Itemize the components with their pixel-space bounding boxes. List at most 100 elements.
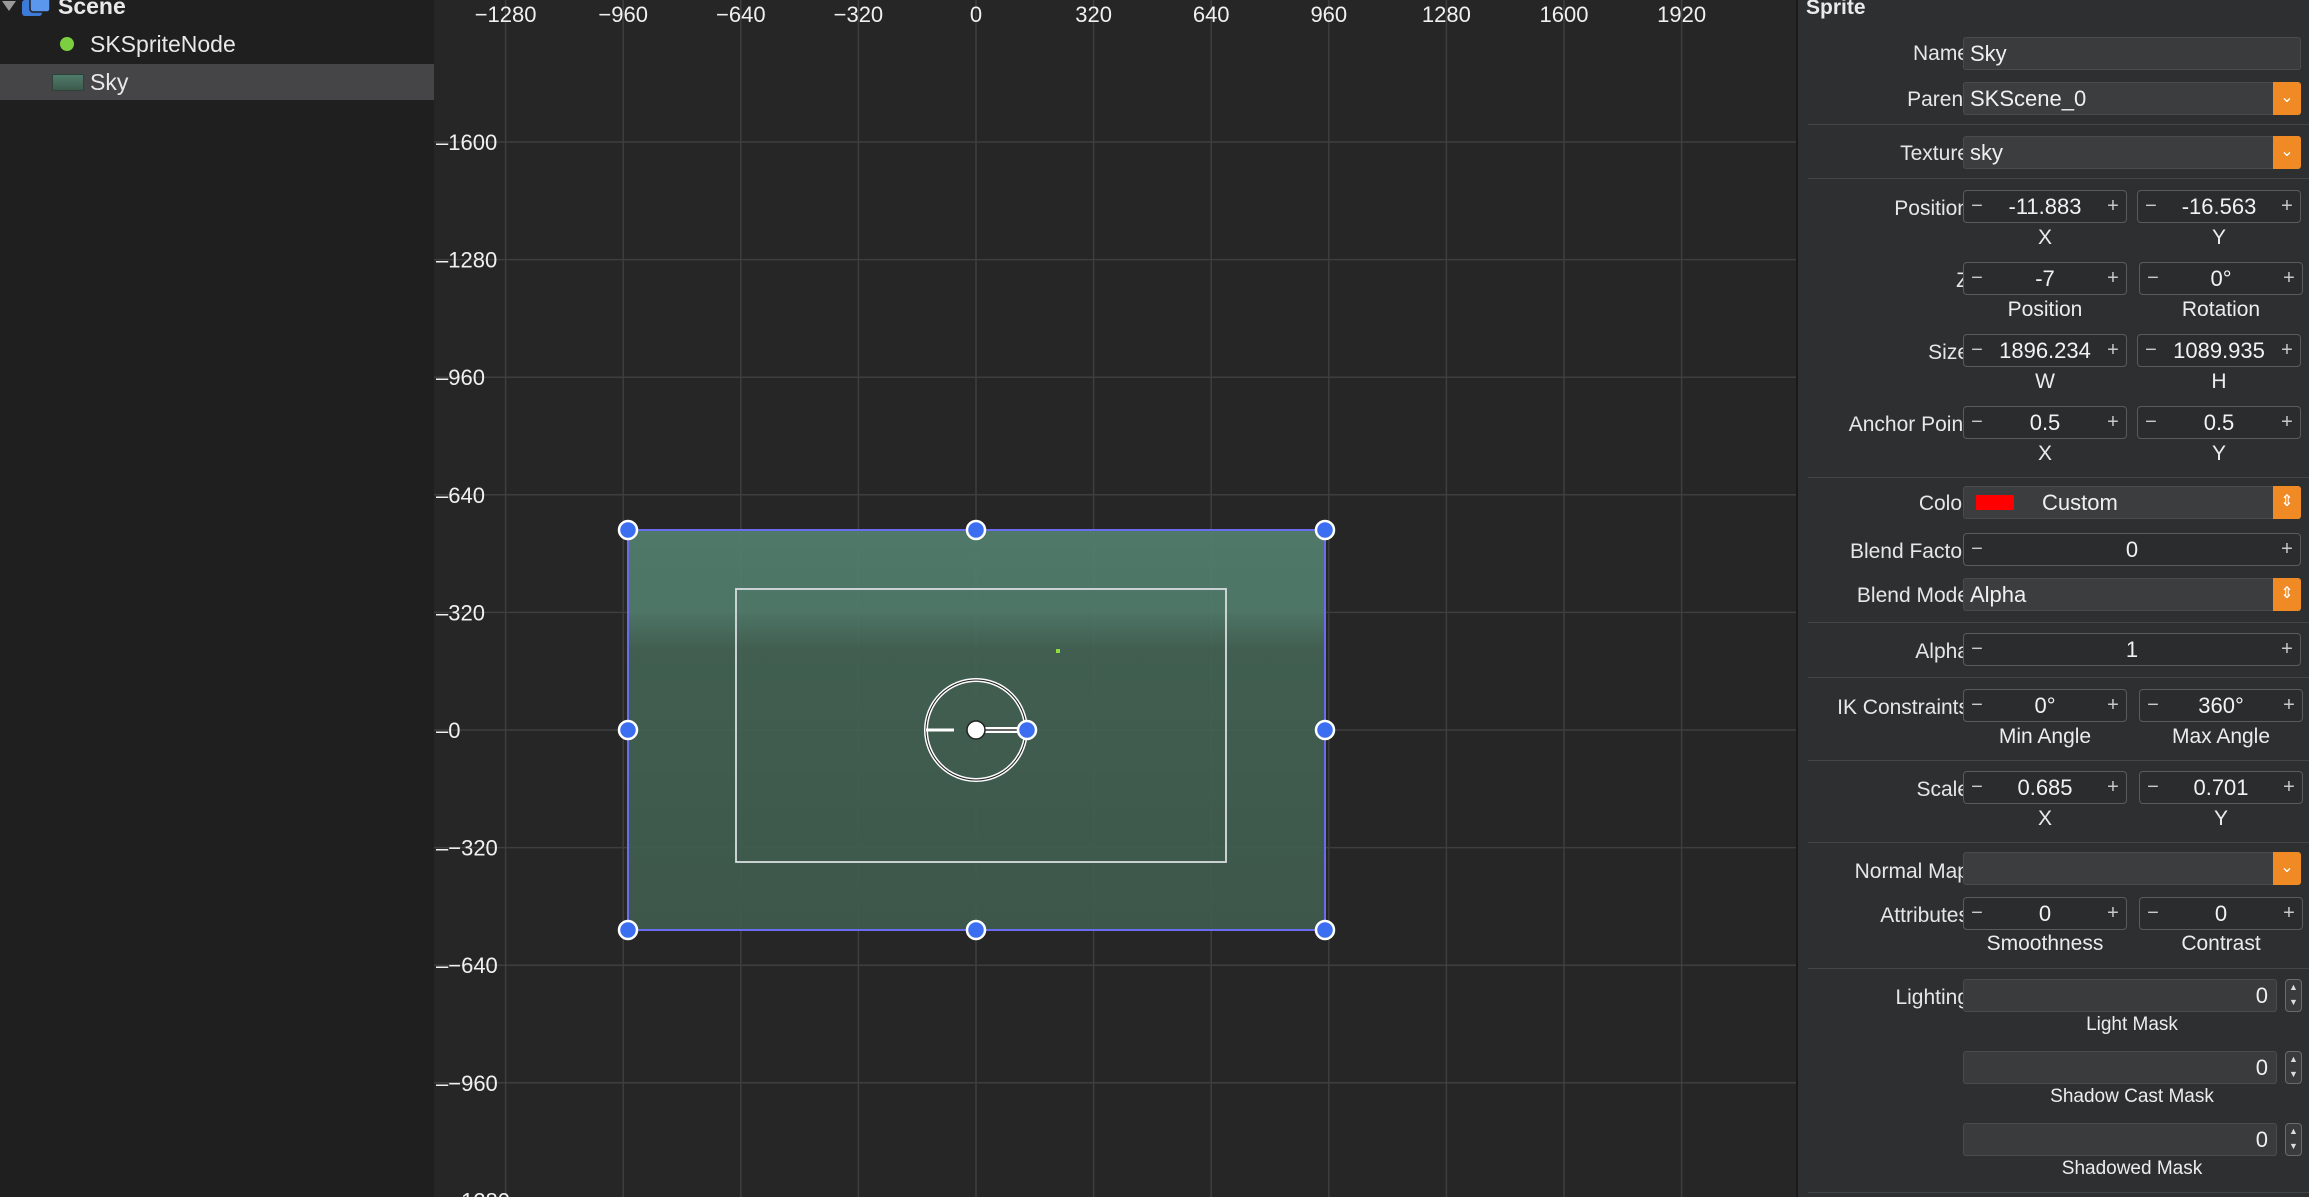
decrement-button[interactable]: −: [2142, 898, 2164, 929]
resize-handle-right[interactable]: [1314, 719, 1336, 741]
z-rotation-value[interactable]: 0°: [2162, 263, 2280, 294]
increment-button[interactable]: +: [2102, 263, 2124, 294]
decrement-button[interactable]: −: [1966, 690, 1988, 721]
chevron-down-icon[interactable]: ⌄: [2273, 852, 2301, 885]
position-y-value[interactable]: -16.563: [2160, 191, 2278, 222]
scene-canvas[interactable]: −1280 −960 −640 −320 0 320 640 960 1280 1600 1920 …: [434, 0, 1796, 1197]
size-h-stepper[interactable]: − 1089.935 +: [2137, 334, 2301, 367]
blend-factor-value[interactable]: 0: [1986, 534, 2278, 565]
normal-map-popup[interactable]: ⌄: [1963, 852, 2301, 885]
resize-handle-top-right[interactable]: [1314, 519, 1336, 541]
increment-button[interactable]: +: [2278, 263, 2300, 294]
resize-handle-bottom[interactable]: [965, 919, 987, 941]
increment-button[interactable]: +: [2276, 407, 2298, 438]
z-position-value[interactable]: -7: [1986, 263, 2104, 294]
decrement-button[interactable]: −: [1966, 263, 1988, 294]
anchor-x-stepper[interactable]: − 0.5 +: [1963, 406, 2127, 439]
increment-button[interactable]: +: [2278, 772, 2300, 803]
contrast-sublabel: Contrast: [2181, 932, 2261, 955]
scale-y-stepper[interactable]: − 0.701 +: [2139, 771, 2303, 804]
ik-min-value[interactable]: 0°: [1986, 690, 2104, 721]
z-rotation-stepper[interactable]: − 0° +: [2139, 262, 2303, 295]
decrement-button[interactable]: −: [2142, 263, 2164, 294]
resize-handle-bottom-left[interactable]: [617, 919, 639, 941]
position-x-value[interactable]: -11.883: [1986, 191, 2104, 222]
decrement-button[interactable]: −: [1966, 191, 1988, 222]
color-popup[interactable]: Custom ⇕: [1963, 486, 2301, 519]
decrement-button[interactable]: −: [2142, 690, 2164, 721]
scale-x-stepper[interactable]: − 0.685 +: [1963, 771, 2127, 804]
size-w-stepper[interactable]: − 1896.234 +: [1963, 334, 2127, 367]
decrement-button[interactable]: −: [2140, 191, 2162, 222]
increment-button[interactable]: +: [2276, 191, 2298, 222]
increment-button[interactable]: +: [2102, 690, 2124, 721]
resize-handle-left[interactable]: [617, 719, 639, 741]
shadowed-mask-stepper-icon[interactable]: ▲ ▼: [2285, 1123, 2302, 1156]
parent-label: Parent: [1907, 88, 1969, 111]
decrement-button[interactable]: −: [1966, 898, 1988, 929]
blend-mode-popup[interactable]: Alpha ⇕: [1963, 578, 2301, 611]
alpha-value[interactable]: 1: [1986, 634, 2278, 665]
light-mask-field[interactable]: 0: [1963, 979, 2277, 1012]
anchor-y-stepper[interactable]: − 0.5 +: [2137, 406, 2301, 439]
position-y-stepper[interactable]: − -16.563 +: [2137, 190, 2301, 223]
x-sublabel: X: [2037, 226, 2052, 249]
nav-item-scene[interactable]: Scene: [0, 0, 434, 24]
resize-handle-top[interactable]: [965, 519, 987, 541]
up-down-chevron-icon[interactable]: ⇕: [2273, 486, 2301, 519]
color-swatch[interactable]: [1976, 495, 2014, 510]
increment-button[interactable]: +: [2276, 534, 2298, 565]
rotation-handle[interactable]: [1016, 719, 1038, 741]
scale-x-value[interactable]: 0.685: [1986, 772, 2104, 803]
smoothness-stepper[interactable]: − 0 +: [1963, 897, 2127, 930]
alpha-stepper[interactable]: − 1 +: [1963, 633, 2301, 666]
anchor-point-handle[interactable]: [966, 720, 986, 740]
smoothness-value[interactable]: 0: [1986, 898, 2104, 929]
z-position-stepper[interactable]: − -7 +: [1963, 262, 2127, 295]
increment-button[interactable]: +: [2278, 898, 2300, 929]
blend-factor-stepper[interactable]: − 0 +: [1963, 533, 2301, 566]
increment-button[interactable]: +: [2102, 772, 2124, 803]
up-down-chevron-icon[interactable]: ⇕: [2273, 578, 2301, 611]
increment-button[interactable]: +: [2102, 191, 2124, 222]
increment-button[interactable]: +: [2278, 690, 2300, 721]
decrement-button[interactable]: −: [1966, 407, 1988, 438]
size-h-value[interactable]: 1089.935: [2160, 335, 2278, 366]
shadow-cast-mask-stepper-icon[interactable]: ▲ ▼: [2285, 1051, 2302, 1084]
shadow-cast-mask-field[interactable]: 0: [1963, 1051, 2277, 1084]
size-w-value[interactable]: 1896.234: [1986, 335, 2104, 366]
decrement-button[interactable]: −: [1966, 534, 1988, 565]
scale-y-value[interactable]: 0.701: [2162, 772, 2280, 803]
decrement-button[interactable]: −: [2142, 772, 2164, 803]
name-field[interactable]: Sky: [1963, 37, 2301, 70]
increment-button[interactable]: +: [2276, 634, 2298, 665]
ik-max-value[interactable]: 360°: [2162, 690, 2280, 721]
resize-handle-bottom-right[interactable]: [1314, 919, 1336, 941]
increment-button[interactable]: +: [2276, 335, 2298, 366]
chevron-down-icon[interactable]: ⌄: [2273, 82, 2301, 115]
ik-min-stepper[interactable]: − 0° +: [1963, 689, 2127, 722]
decrement-button[interactable]: −: [2140, 407, 2162, 438]
nav-item-sky[interactable]: Sky: [0, 64, 434, 100]
ik-max-stepper[interactable]: − 360° +: [2139, 689, 2303, 722]
contrast-stepper[interactable]: − 0 +: [2139, 897, 2303, 930]
texture-popup[interactable]: sky ⌄: [1963, 136, 2301, 169]
shadowed-mask-field[interactable]: 0: [1963, 1123, 2277, 1156]
anchor-y-value[interactable]: 0.5: [2160, 407, 2278, 438]
increment-button[interactable]: +: [2102, 898, 2124, 929]
increment-button[interactable]: +: [2102, 335, 2124, 366]
contrast-value[interactable]: 0: [2162, 898, 2280, 929]
nav-item-skspritenode[interactable]: SKSpriteNode: [0, 26, 434, 62]
resize-handle-top-left[interactable]: [617, 519, 639, 541]
position-x-stepper[interactable]: − -11.883 +: [1963, 190, 2127, 223]
parent-popup[interactable]: SKScene_0 ⌄: [1963, 82, 2301, 115]
anchor-x-value[interactable]: 0.5: [1986, 407, 2104, 438]
decrement-button[interactable]: −: [1966, 634, 1988, 665]
chevron-down-icon[interactable]: ⌄: [2273, 136, 2301, 169]
increment-button[interactable]: +: [2102, 407, 2124, 438]
decrement-button[interactable]: −: [2140, 335, 2162, 366]
light-mask-stepper-icon[interactable]: ▲ ▼: [2285, 979, 2302, 1012]
disclosure-triangle-icon[interactable]: [2, 1, 16, 11]
decrement-button[interactable]: −: [1966, 335, 1988, 366]
decrement-button[interactable]: −: [1966, 772, 1988, 803]
